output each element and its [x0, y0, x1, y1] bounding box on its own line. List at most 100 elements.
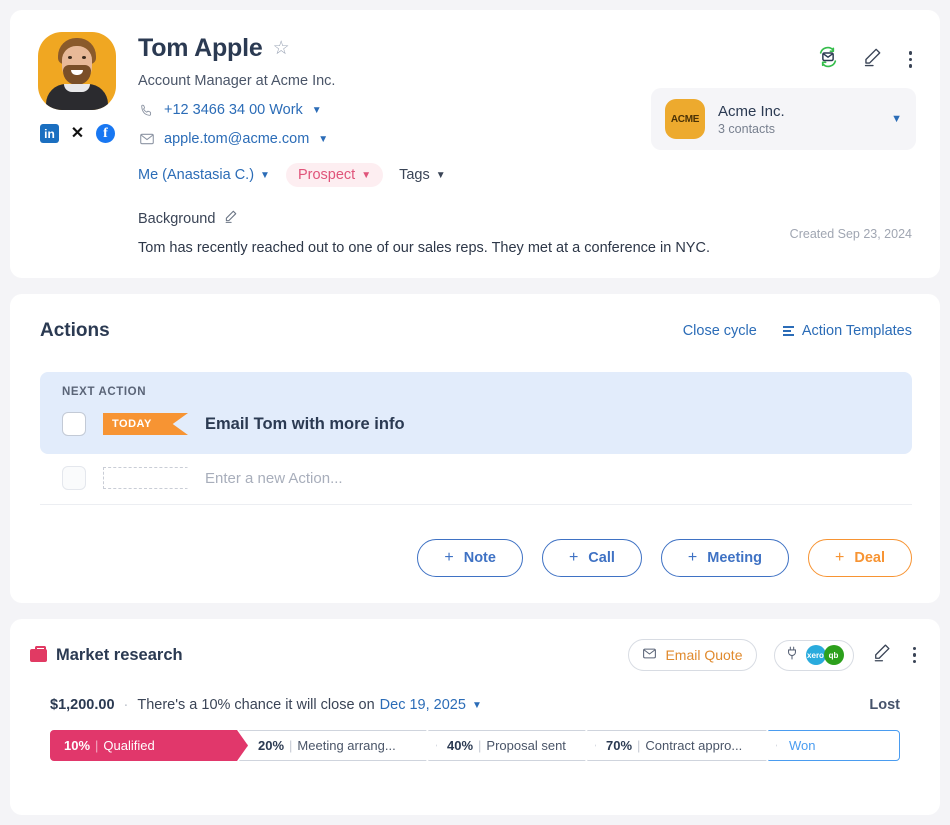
stage-sep: | [478, 738, 482, 753]
envelope-icon [642, 646, 657, 664]
stage-name: Meeting arrang... [297, 738, 396, 753]
email-sync-icon[interactable] [817, 46, 839, 73]
add-meeting-button[interactable]: + Meeting [660, 539, 790, 577]
star-icon[interactable]: ☆ [273, 39, 290, 58]
pipeline-stage-qualified[interactable]: 10% | Qualified [50, 730, 248, 761]
next-action-panel: NEXT ACTION TODAY Email Tom with more in… [40, 372, 912, 454]
status-label: Prospect [297, 167, 356, 183]
plus-icon: + [444, 549, 454, 566]
chevron-down-icon[interactable]: ▼ [312, 105, 322, 116]
deal-header: Market research Email Quote xero qb [30, 639, 920, 671]
phone-value[interactable]: +12 3466 34 00 Work [164, 102, 303, 118]
actions-header: Actions Close cycle Action Templates [40, 320, 912, 342]
stage-sep: | [637, 738, 641, 753]
contact-toolbar [817, 46, 917, 73]
pipeline-stage-proposal[interactable]: 40% | Proposal sent [428, 730, 596, 761]
deal-toolbar: Email Quote xero qb [628, 639, 920, 671]
add-deal-label: Deal [854, 550, 885, 566]
more-menu-icon[interactable] [905, 49, 917, 70]
edit-background-icon[interactable] [223, 209, 238, 229]
crm-contact-page: ACME Acme Inc. 3 contacts ▼ Created Sep … [0, 0, 950, 825]
contact-chips: Me (Anastasia C.) ▼ Prospect ▼ Tags ▼ [138, 163, 916, 187]
deal-chance-text: There's a 10% chance it will close on [137, 697, 375, 713]
deal-card: Market research Email Quote xero qb $1,2… [10, 619, 940, 815]
phone-icon [138, 103, 155, 118]
email-value[interactable]: apple.tom@acme.com [164, 131, 309, 147]
plug-icon [784, 645, 800, 666]
stage-sep: | [289, 738, 293, 753]
deal-more-menu-icon[interactable] [909, 645, 921, 666]
new-task-checkbox[interactable] [62, 466, 86, 490]
xero-badge: xero [805, 645, 826, 665]
stage-sep: | [95, 738, 99, 753]
today-badge[interactable]: TODAY [103, 413, 188, 435]
background-header: Background [138, 209, 916, 229]
stage-pct: 40% [447, 738, 474, 753]
company-contacts-count: 3 contacts [718, 121, 775, 136]
x-icon[interactable]: ✕ [68, 124, 87, 143]
deal-close-date[interactable]: Dec 19, 2025 [380, 697, 466, 713]
social-links: in ✕ f [38, 124, 138, 143]
list-icon [782, 326, 794, 336]
stage-name: Won [789, 738, 816, 753]
briefcase-icon [30, 645, 47, 662]
email-quote-label: Email Quote [665, 647, 743, 663]
integrations-group[interactable]: xero qb [773, 639, 854, 671]
quickbooks-badge: qb [823, 645, 844, 665]
due-date-placeholder-icon[interactable] [103, 467, 188, 489]
action-templates-link[interactable]: Action Templates [782, 323, 912, 339]
company-card[interactable]: ACME Acme Inc. 3 contacts ▼ [651, 88, 916, 150]
background-text[interactable]: Tom has recently reached out to one of o… [138, 240, 916, 256]
action-buttons: + Note + Call + Meeting + Deal [40, 539, 912, 577]
chevron-down-icon[interactable]: ▼ [318, 134, 328, 145]
new-action-input[interactable]: Enter a new Action... [205, 470, 343, 487]
email-quote-button[interactable]: Email Quote [628, 639, 757, 671]
plus-icon: + [835, 549, 845, 566]
deal-value-row: $1,200.00 · There's a 10% chance it will… [30, 697, 920, 713]
add-note-label: Note [463, 550, 496, 566]
page-title: Tom Apple [138, 34, 263, 62]
deal-title[interactable]: Market research [56, 646, 183, 665]
edit-pencil-icon[interactable] [861, 46, 883, 73]
facebook-icon[interactable]: f [96, 124, 115, 143]
new-action-row: Enter a new Action... [40, 454, 912, 505]
linkedin-icon[interactable]: in [40, 124, 59, 143]
actions-card: Actions Close cycle Action Templates NEX… [10, 294, 940, 603]
add-deal-button[interactable]: + Deal [808, 539, 912, 577]
name-row: Tom Apple ☆ [138, 34, 916, 63]
plus-icon: + [568, 549, 579, 566]
avatar[interactable] [38, 32, 116, 110]
status-badge[interactable]: Prospect ▼ [285, 163, 384, 187]
stage-pct: 70% [606, 738, 633, 753]
deal-amount: $1,200.00 [50, 697, 115, 713]
stage-pct: 20% [258, 738, 285, 753]
pipeline-stage-contract[interactable]: 70% | Contract appro... [587, 730, 777, 761]
deal-pipeline: 10% | Qualified 20% | Meeting arrang... … [30, 730, 920, 761]
stage-name: Proposal sent [486, 738, 566, 753]
avatar-column: in ✕ f [38, 32, 138, 143]
add-meeting-label: Meeting [707, 550, 763, 566]
task-checkbox[interactable] [62, 412, 86, 436]
chevron-down-icon: ▼ [260, 169, 270, 181]
next-action-row: TODAY Email Tom with more info [62, 412, 890, 436]
background-title: Background [138, 211, 216, 227]
task-title[interactable]: Email Tom with more info [205, 415, 405, 434]
company-logo: ACME [665, 99, 705, 139]
edit-deal-icon[interactable] [871, 642, 892, 668]
actions-title: Actions [40, 320, 110, 341]
chevron-down-icon: ▼ [361, 169, 372, 181]
owner-chip[interactable]: Me (Anastasia C.) ▼ [138, 167, 270, 183]
chevron-down-icon[interactable]: ▼ [472, 700, 482, 711]
add-call-button[interactable]: + Call [541, 539, 642, 577]
close-cycle-link[interactable]: Close cycle [683, 323, 757, 339]
pipeline-stage-meeting[interactable]: 20% | Meeting arrang... [239, 730, 437, 761]
add-call-label: Call [588, 550, 615, 566]
chevron-down-icon[interactable]: ▼ [891, 113, 902, 125]
envelope-icon [138, 131, 155, 147]
add-note-button[interactable]: + Note [417, 539, 523, 577]
contact-subtitle: Account Manager at Acme Inc. [138, 73, 336, 89]
tags-chip[interactable]: Tags ▼ [399, 167, 446, 183]
next-action-label: NEXT ACTION [62, 386, 147, 398]
pipeline-stage-won[interactable]: Won [768, 730, 900, 761]
deal-lost-label[interactable]: Lost [869, 697, 900, 713]
